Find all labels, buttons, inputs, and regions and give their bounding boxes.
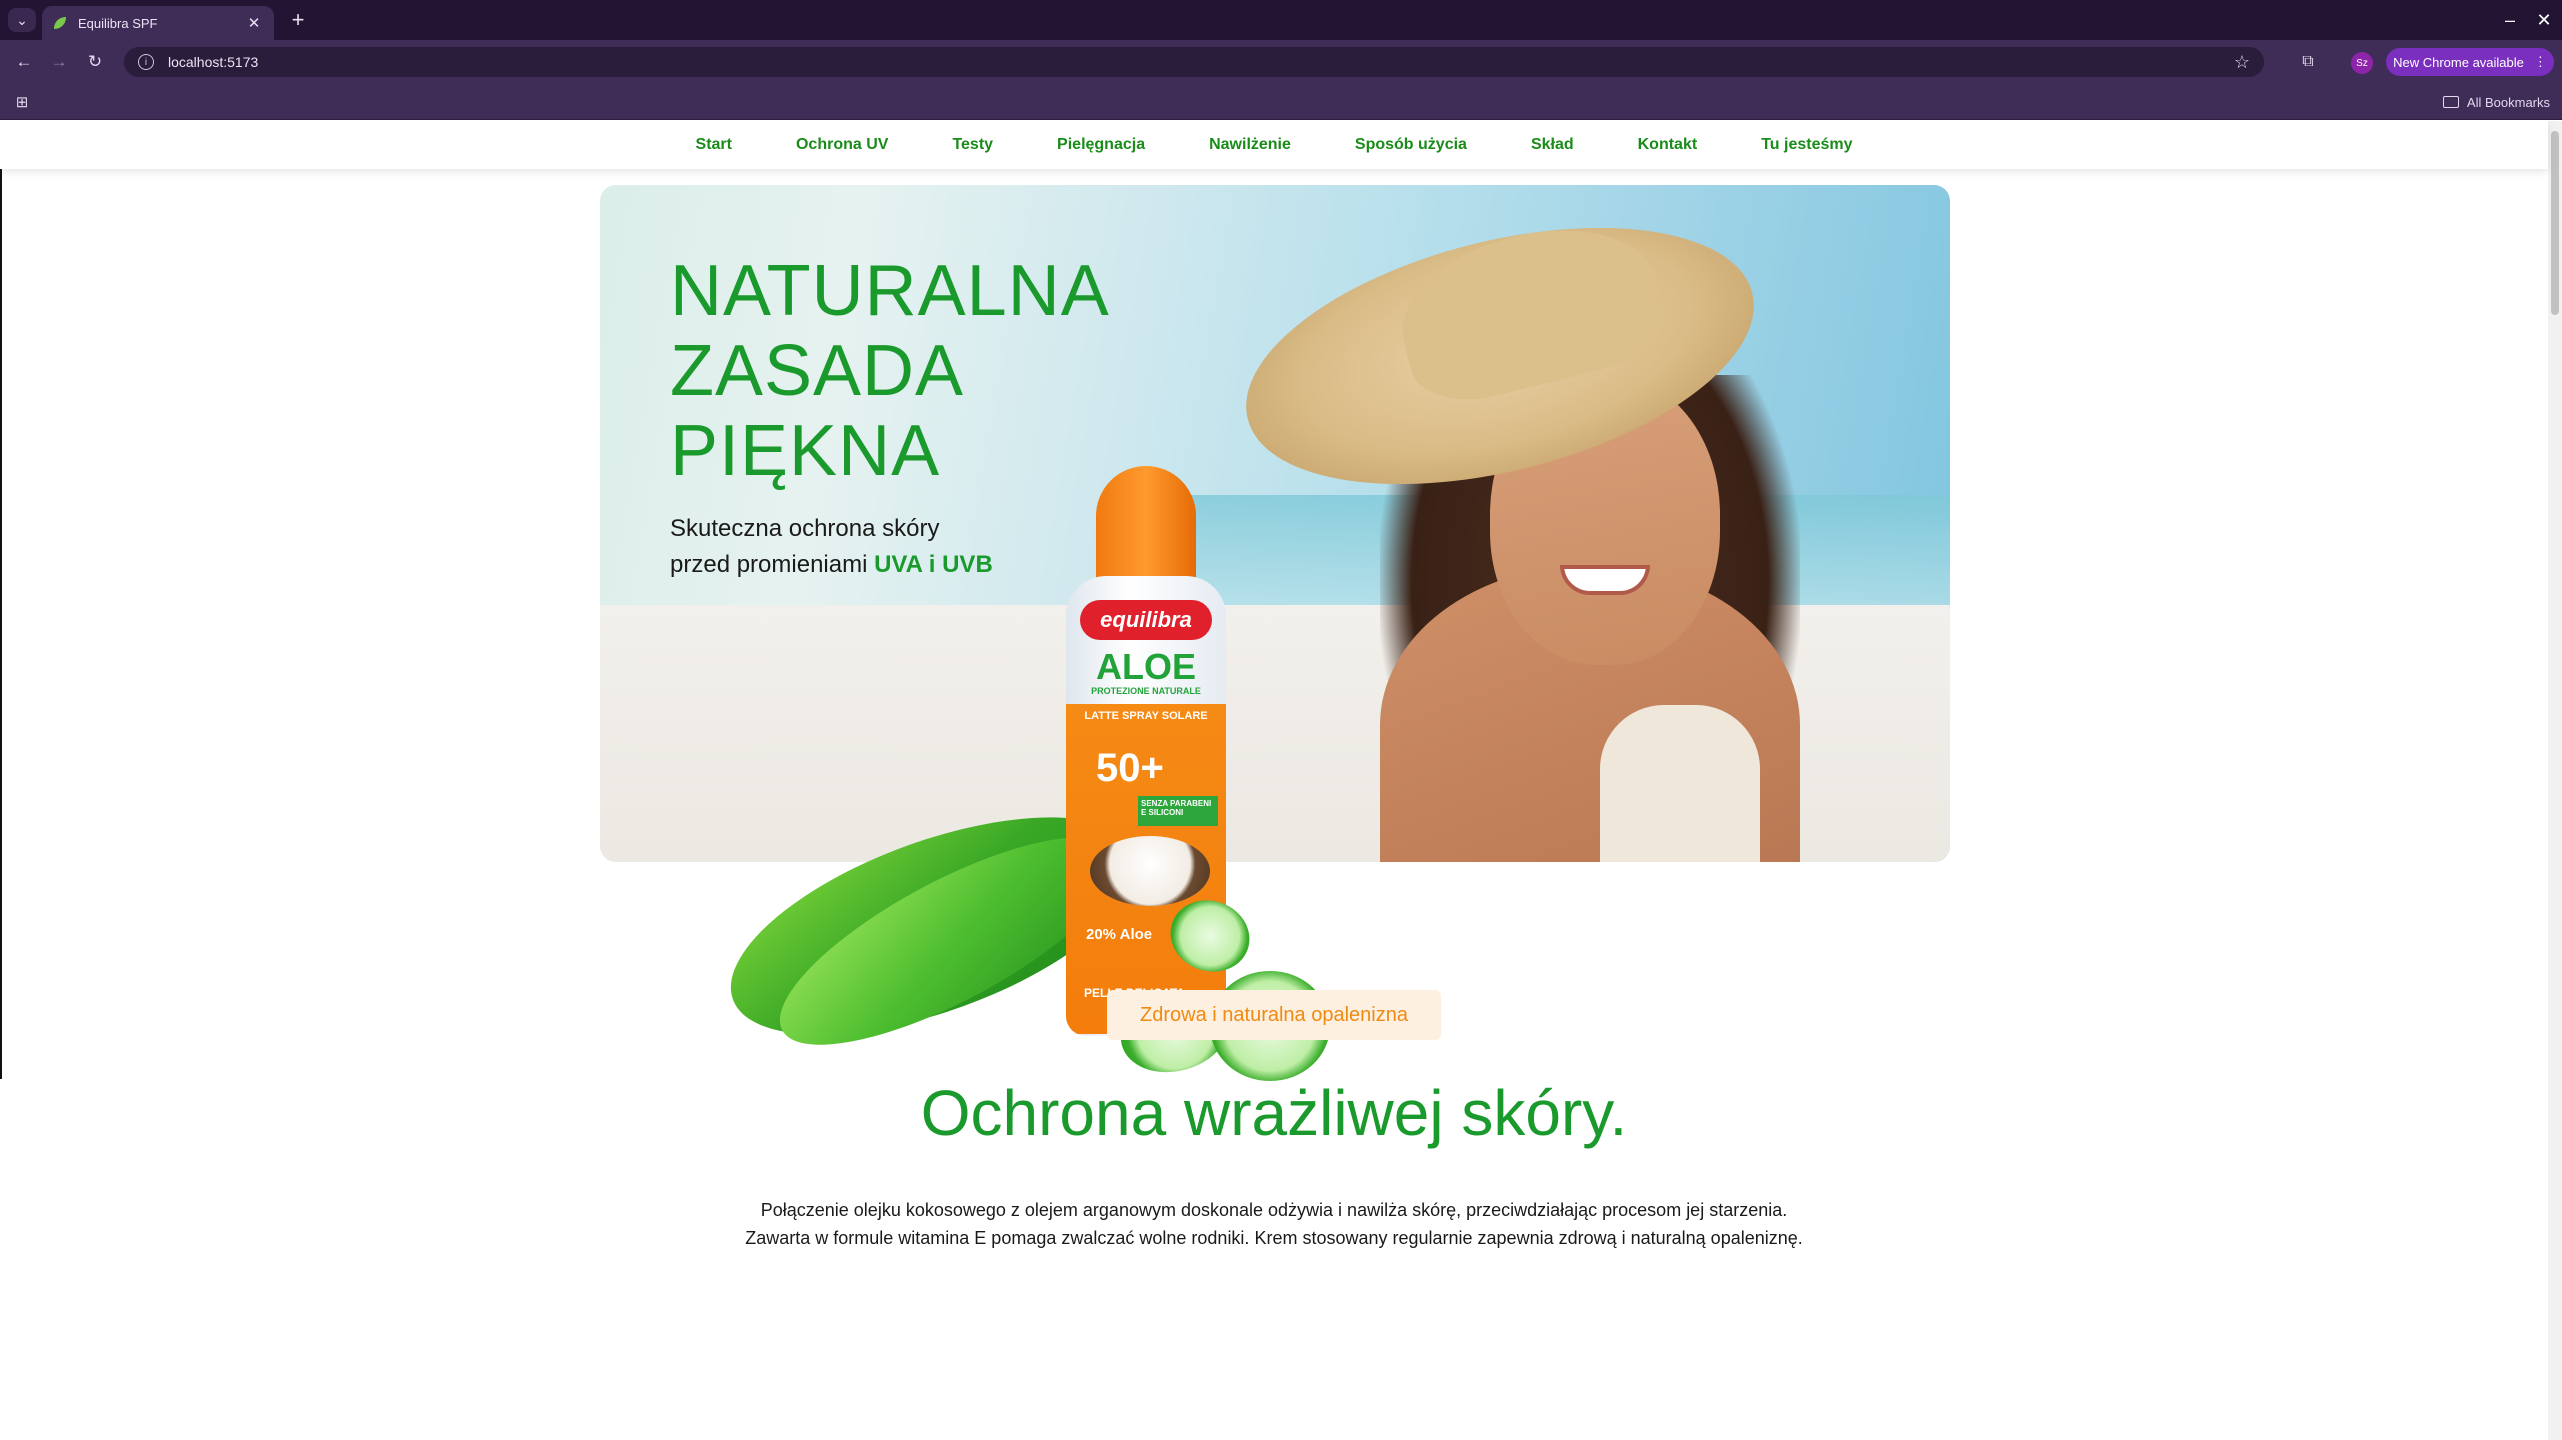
hero-subtitle-line2: przed promieniami xyxy=(670,551,875,578)
apps-grid-icon[interactable]: ⊞ xyxy=(12,92,32,112)
reload-icon[interactable]: ↻ xyxy=(81,48,109,76)
hero-title-line: ZASADA xyxy=(670,331,965,411)
left-edge-line xyxy=(0,121,2,1079)
nav-nawilzenie[interactable]: Nawilżenie xyxy=(1177,136,1323,154)
section-text-line: Połączenie olejku kokosowego z olejem ar… xyxy=(760,1200,1788,1220)
minimize-icon[interactable]: – xyxy=(2496,6,2524,34)
chrome-update-button[interactable]: New Chrome available ⋮ xyxy=(2386,48,2554,76)
hero-banner: NATURALNA ZASADA PIĘKNA Skuteczna ochron… xyxy=(600,185,1950,862)
section-title: Ochrona wrażliwej skóry. xyxy=(920,1077,1628,1149)
nav-kontakt[interactable]: Kontakt xyxy=(1606,136,1730,154)
tab-strip: ⌄ Equilibra SPF ✕ + – ✕ xyxy=(0,0,2562,40)
nav-pielegnacja[interactable]: Pielęgnacja xyxy=(1025,136,1177,154)
product-brand: equilibra xyxy=(1080,600,1212,640)
nav-sposob-uzycia[interactable]: Sposób użycia xyxy=(1323,136,1499,154)
nav-tu-jestesmy[interactable]: Tu jesteśmy xyxy=(1729,136,1884,154)
product-green-label: SENZA PARABENI E SILICONI xyxy=(1138,796,1218,826)
tab-title: Equilibra SPF xyxy=(78,15,158,31)
section-text: Połączenie olejku kokosowego z olejem ar… xyxy=(0,1196,2548,1252)
new-tab-icon[interactable]: + xyxy=(284,6,312,34)
product-name: ALOE xyxy=(1095,646,1196,687)
extensions-icon[interactable]: ⧉ xyxy=(2294,48,2322,76)
product-spf: 50+ xyxy=(1096,746,1164,790)
bookmarks-bar: ⊞ All Bookmarks xyxy=(0,84,2562,120)
update-label: New Chrome available xyxy=(2393,54,2524,70)
forward-arrow-icon[interactable]: → xyxy=(45,48,73,76)
all-bookmarks-label: All Bookmarks xyxy=(2466,94,2550,110)
can-cap xyxy=(1096,466,1196,586)
hero-subtitle-line1: Skuteczna ochrona skóry xyxy=(670,515,940,542)
all-bookmarks-button[interactable]: All Bookmarks xyxy=(2442,92,2550,112)
back-arrow-icon[interactable]: ← xyxy=(10,48,38,76)
nav-testy[interactable]: Testy xyxy=(920,136,1025,154)
folder-icon xyxy=(2442,96,2459,108)
hero-title-line: NATURALNA xyxy=(670,251,1110,331)
address-bar[interactable]: i localhost:5173 ☆ xyxy=(124,47,2264,77)
page-scrollbar[interactable] xyxy=(2548,121,2562,1440)
page-viewport: Start Ochrona UV Testy Pielęgnacja Nawil… xyxy=(0,121,2562,1440)
more-menu-icon: ⋮ xyxy=(2533,54,2547,69)
url-text[interactable]: localhost:5173 xyxy=(168,54,2234,70)
product-band-label: LATTE SPRAY SOLARE xyxy=(1084,710,1208,722)
leaf-favicon-icon xyxy=(54,17,66,29)
section-badge: Zdrowa i naturalna opalenizna xyxy=(1107,990,1441,1040)
coconut-image xyxy=(1090,836,1210,906)
tab-search-button[interactable]: ⌄ xyxy=(8,8,36,32)
scrollbar-thumb[interactable] xyxy=(2551,131,2559,315)
nav-sklad[interactable]: Skład xyxy=(1499,136,1606,154)
nav-ochrona-uv[interactable]: Ochrona UV xyxy=(764,136,920,154)
tab-close-icon[interactable]: ✕ xyxy=(244,14,264,32)
hero-subtitle: Skuteczna ochrona skóry przed promieniam… xyxy=(670,511,993,583)
product-aloe-percent: 20% Aloe xyxy=(1086,926,1153,943)
profile-avatar[interactable]: Sz xyxy=(2351,52,2373,74)
close-window-icon[interactable]: ✕ xyxy=(2530,6,2558,34)
browser-toolbar: ← → ↻ i localhost:5173 ☆ ⧉ Sz New Chrome… xyxy=(0,40,2562,84)
hero-subtitle-highlight: UVA i UVB xyxy=(874,551,993,578)
woman-top-illustration xyxy=(1600,705,1760,862)
section-text-line: Zawarta w formule witamina E pomaga zwal… xyxy=(745,1228,1803,1248)
bookmark-star-icon[interactable]: ☆ xyxy=(2234,52,2250,73)
product-name-sub: PROTEZIONE NATURALE xyxy=(1091,686,1201,696)
hero-title: NATURALNA ZASADA PIĘKNA xyxy=(670,251,1110,491)
nav-start[interactable]: Start xyxy=(664,136,764,154)
active-tab[interactable]: Equilibra SPF ✕ xyxy=(42,6,274,40)
site-navigation: Start Ochrona UV Testy Pielęgnacja Nawil… xyxy=(0,121,2548,169)
site-info-icon[interactable]: i xyxy=(138,54,154,70)
hero-title-line: PIĘKNA xyxy=(670,411,941,491)
